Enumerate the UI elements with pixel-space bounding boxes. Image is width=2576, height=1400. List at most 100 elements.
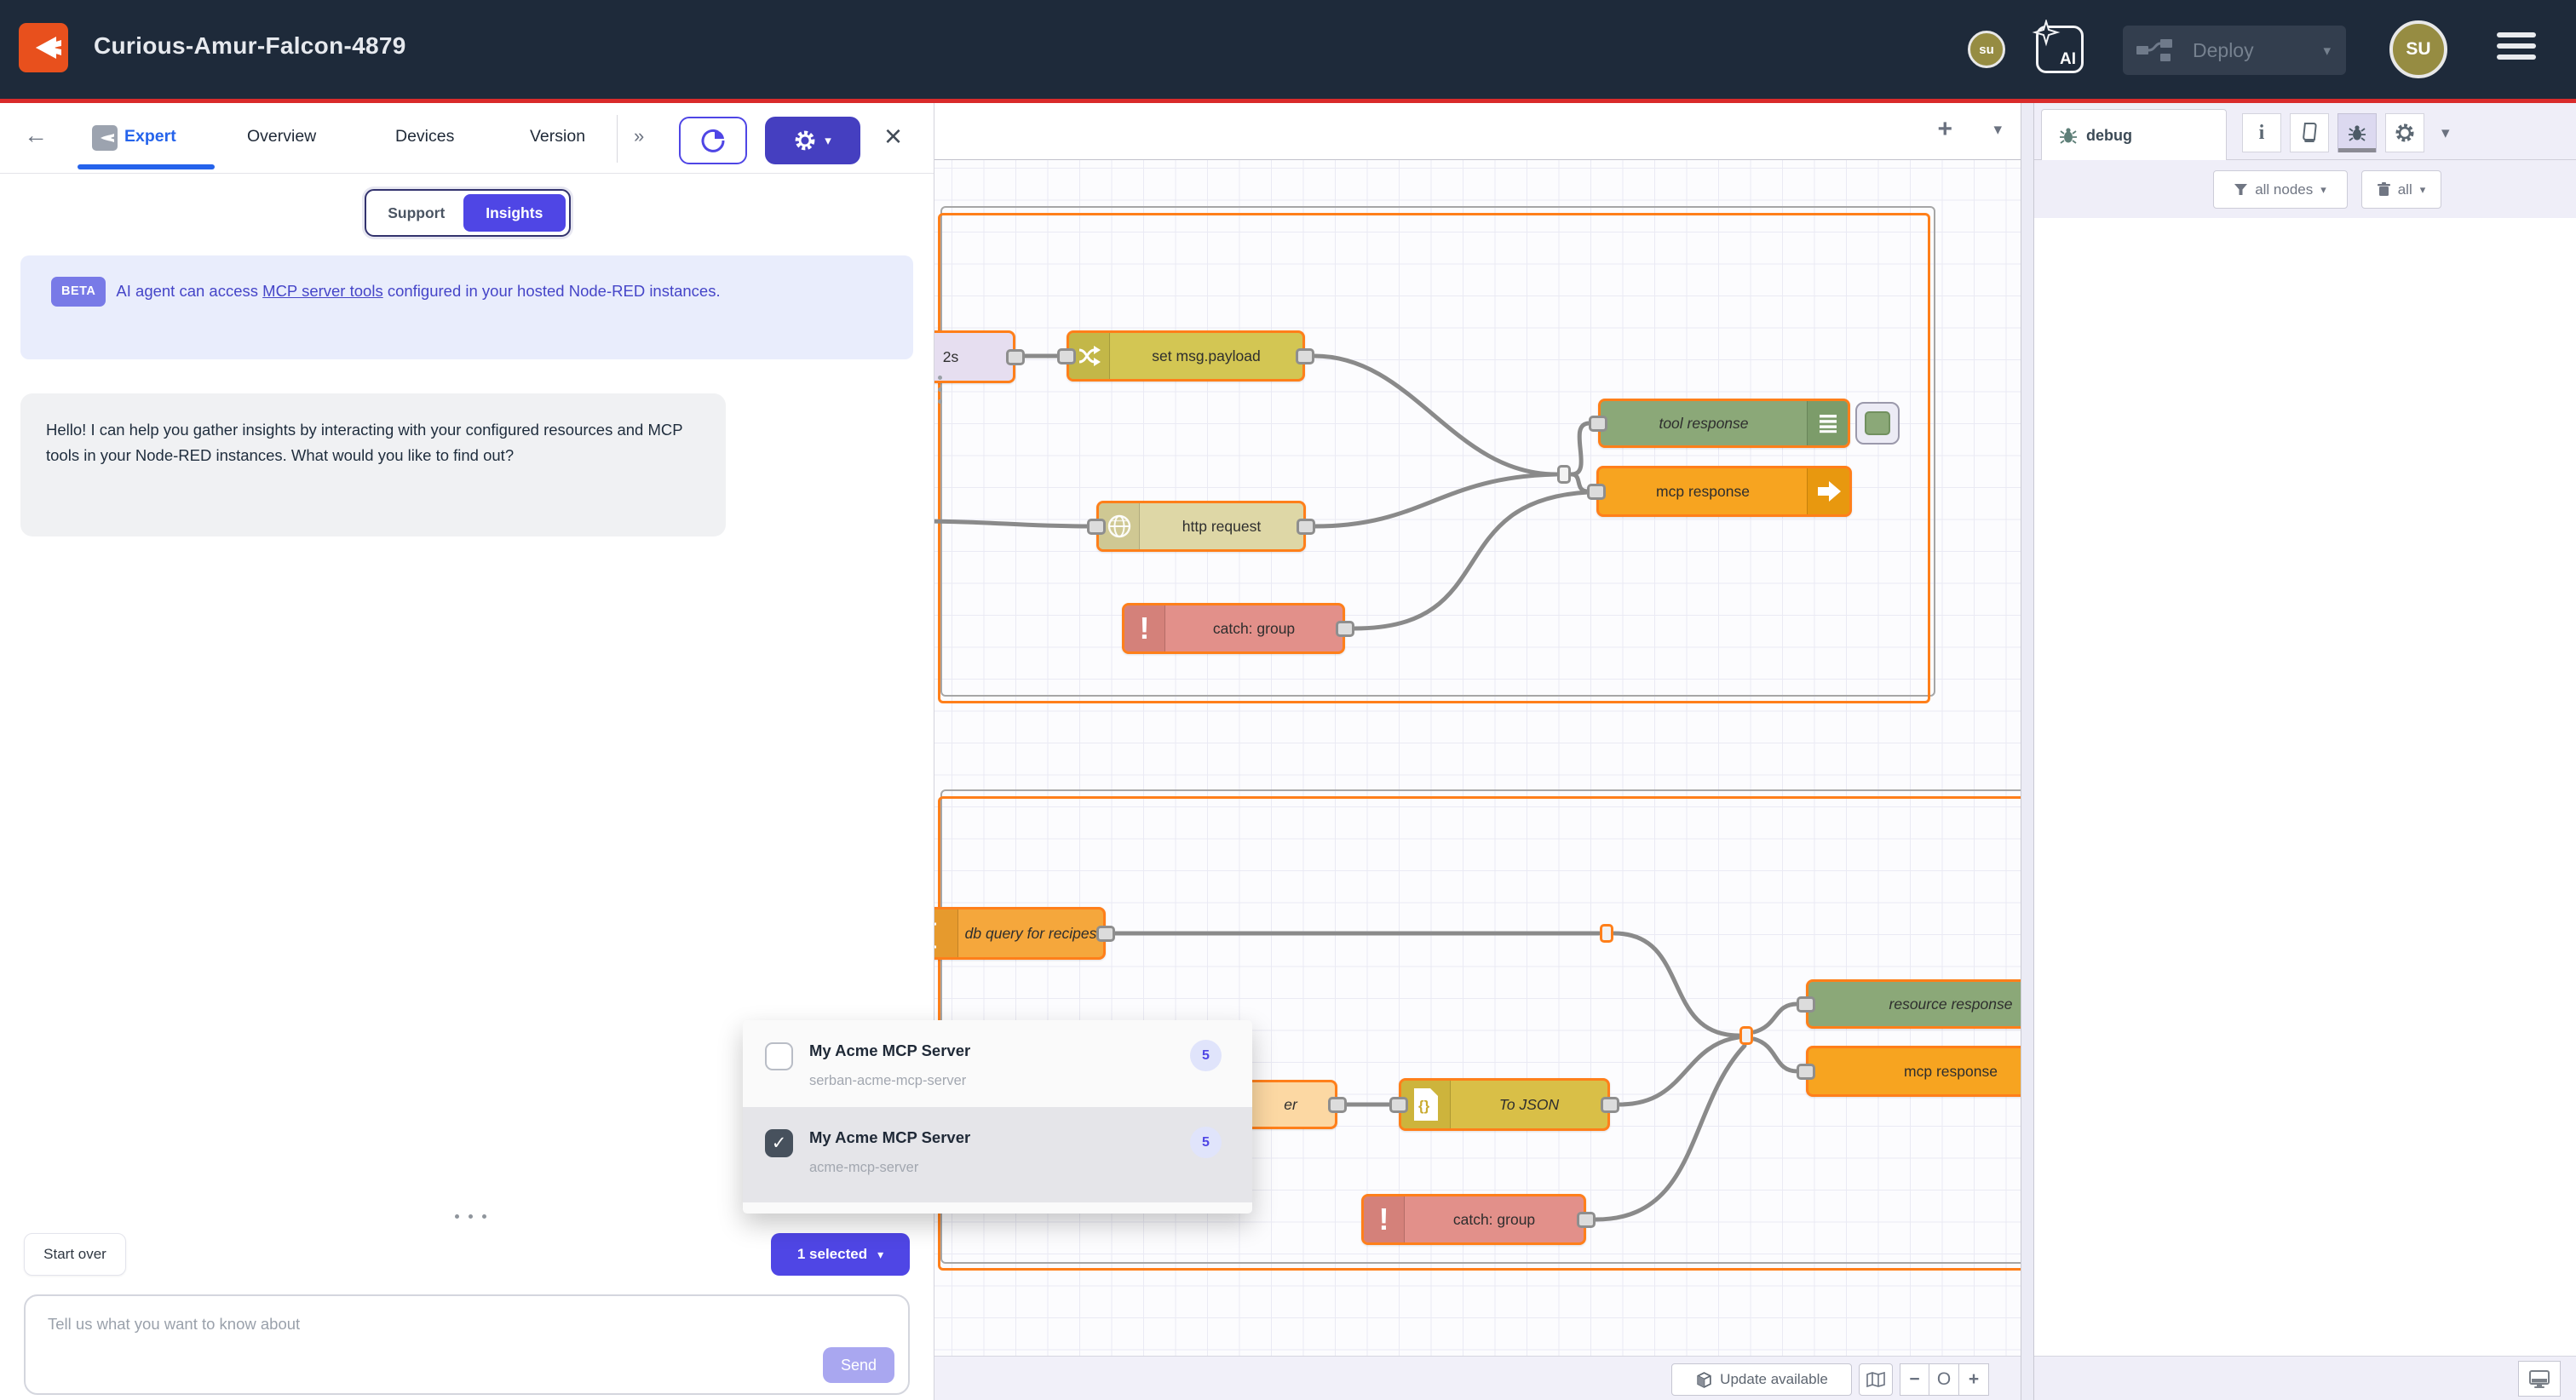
info-tab-button[interactable]: i — [2242, 113, 2281, 152]
wire-junction[interactable] — [1739, 1026, 1753, 1045]
add-flow-button[interactable]: + — [1937, 115, 1952, 144]
brace-icon: { — [934, 909, 958, 957]
wire[interactable] — [1754, 1039, 1797, 1071]
tab-expert[interactable]: Expert — [124, 127, 176, 146]
mcp-server-option[interactable]: ✓ My Acme MCP Server acme-mcp-server 5 — [743, 1107, 1252, 1202]
input-port[interactable] — [1797, 1064, 1815, 1080]
exclaim-icon: ! — [1364, 1196, 1405, 1242]
output-port[interactable] — [1328, 1097, 1347, 1113]
panel-resize-gutter[interactable] — [2021, 103, 2034, 1400]
input-port[interactable] — [1389, 1097, 1408, 1113]
flow-node-mcp-response-bottom[interactable]: mcp response — [1806, 1046, 2021, 1097]
ai-assistant-icon[interactable]: AI — [2036, 26, 2084, 73]
flow-node-catch-group-bottom[interactable]: !catch: group — [1361, 1194, 1586, 1245]
wire[interactable] — [1754, 1004, 1797, 1032]
chat-input[interactable]: Tell us what you want to know about Send — [24, 1294, 910, 1395]
panel-resize-handle[interactable] — [455, 1214, 486, 1219]
wire[interactable] — [1572, 423, 1590, 474]
deploy-button[interactable]: Deploy ▾ — [2123, 26, 2346, 75]
hamburger-menu-icon[interactable] — [2497, 32, 2536, 66]
panel-drag-dots-icon[interactable] — [938, 376, 942, 411]
expert-logo-icon — [92, 125, 118, 151]
output-port[interactable] — [1096, 926, 1115, 942]
toggle-support[interactable]: Support — [370, 194, 463, 232]
wire[interactable] — [1614, 933, 1739, 1036]
wire[interactable] — [1314, 356, 1556, 474]
flow-node-mcp-response-top[interactable]: mcp response — [1596, 466, 1852, 517]
close-icon[interactable]: × — [884, 118, 902, 154]
tab-devices[interactable]: Devices — [395, 127, 454, 146]
input-port[interactable] — [1087, 519, 1106, 535]
zoom-out-button[interactable]: − — [1900, 1363, 1929, 1396]
debug-clear-button[interactable]: all ▾ — [2361, 170, 2441, 209]
start-over-button[interactable]: Start over — [24, 1233, 126, 1276]
usage-chart-button[interactable] — [679, 117, 747, 164]
server-subtitle: acme-mcp-server — [809, 1160, 918, 1176]
mcp-server-option[interactable]: My Acme MCP Server serban-acme-mcp-serve… — [743, 1020, 1252, 1107]
back-arrow-icon[interactable]: ← — [24, 122, 48, 149]
zoom-in-button[interactable]: + — [1959, 1363, 1989, 1396]
flow-node-tool-response[interactable]: tool response — [1598, 399, 1850, 448]
toggle-insights[interactable]: Insights — [463, 194, 566, 232]
gear-icon — [2395, 123, 2415, 143]
flow-node-set-msg-payload[interactable]: set msg.payload — [1067, 330, 1305, 382]
flow-node-catch-group-top[interactable]: !catch: group — [1122, 603, 1345, 654]
more-tabs-icon[interactable]: » — [634, 125, 644, 147]
flow-tabs-menu-icon[interactable]: ▾ — [1993, 120, 2002, 140]
tab-debug[interactable]: debug — [2041, 109, 2227, 161]
flow-node-mcp-server-partial[interactable]: er — [1244, 1080, 1337, 1129]
mcp-server-tools-link[interactable]: MCP server tools — [262, 282, 383, 300]
settings-tab-button[interactable] — [2385, 113, 2424, 152]
wire[interactable] — [1314, 474, 1556, 526]
wire[interactable] — [1619, 1037, 1739, 1105]
wire[interactable] — [1596, 1046, 1745, 1219]
input-port[interactable] — [1797, 996, 1815, 1013]
checkbox-checked[interactable]: ✓ — [765, 1129, 793, 1157]
debug-enable-toggle[interactable] — [1855, 402, 1900, 445]
tab-version[interactable]: Version — [530, 127, 585, 146]
output-port[interactable] — [1336, 621, 1354, 637]
input-port[interactable] — [1587, 484, 1606, 500]
assistant-settings-button[interactable]: ▾ — [765, 117, 860, 164]
node-label: catch: group — [1405, 1196, 1584, 1242]
deploy-caret-icon[interactable]: ▾ — [2323, 43, 2331, 60]
selected-servers-button[interactable]: 1 selected ▾ — [771, 1233, 910, 1276]
input-port[interactable] — [1057, 348, 1076, 364]
send-button[interactable]: Send — [823, 1347, 894, 1383]
output-port[interactable] — [1297, 519, 1315, 535]
minimap-button[interactable] — [1859, 1363, 1893, 1396]
flow-node-to-json[interactable]: {}To JSON — [1399, 1078, 1610, 1131]
debug-tab-button[interactable] — [2337, 113, 2377, 152]
checkbox-unchecked[interactable] — [765, 1042, 793, 1070]
wire[interactable] — [934, 521, 1088, 526]
wire-junction[interactable] — [1557, 465, 1571, 484]
ai-label: AI — [2060, 50, 2076, 69]
pie-chart-icon — [699, 127, 727, 154]
output-port[interactable] — [1577, 1212, 1596, 1228]
update-available-button[interactable]: Update available — [1671, 1363, 1852, 1396]
tab-overview[interactable]: Overview — [247, 127, 316, 146]
avatar-large[interactable]: SU — [2389, 20, 2447, 78]
output-port[interactable] — [1006, 349, 1025, 365]
wire[interactable] — [1572, 474, 1588, 491]
flow-node-inject-2s[interactable]: 2s — [934, 330, 1015, 383]
debug-filter-label: all nodes — [2255, 181, 2313, 198]
tool-count-badge: 5 — [1190, 1040, 1222, 1071]
output-port[interactable] — [1601, 1097, 1619, 1113]
beta-notice: BETAAI agent can access MCP server tools… — [20, 255, 913, 359]
input-port[interactable] — [1589, 416, 1607, 432]
flow-node-db-query-for-recipes[interactable]: {db query for recipes — [934, 907, 1106, 960]
zoom-reset-button[interactable]: O — [1929, 1363, 1959, 1396]
output-port[interactable] — [1296, 348, 1314, 364]
doc-icon: {} — [1401, 1081, 1451, 1128]
debug-filter-button[interactable]: all nodes ▾ — [2213, 170, 2348, 209]
wire-junction[interactable] — [1600, 924, 1613, 943]
flow-node-http-request[interactable]: http request — [1096, 501, 1306, 552]
help-tab-button[interactable] — [2290, 113, 2329, 152]
avatar-small[interactable]: su — [1968, 31, 2005, 68]
open-in-window-button[interactable] — [2518, 1361, 2561, 1397]
flowfuse-logo-icon[interactable] — [19, 23, 68, 72]
wire[interactable] — [1354, 492, 1588, 628]
flow-node-resource-response[interactable]: resource response — [1806, 979, 2021, 1029]
sidebar-menu-caret-icon[interactable]: ▾ — [2441, 123, 2450, 143]
